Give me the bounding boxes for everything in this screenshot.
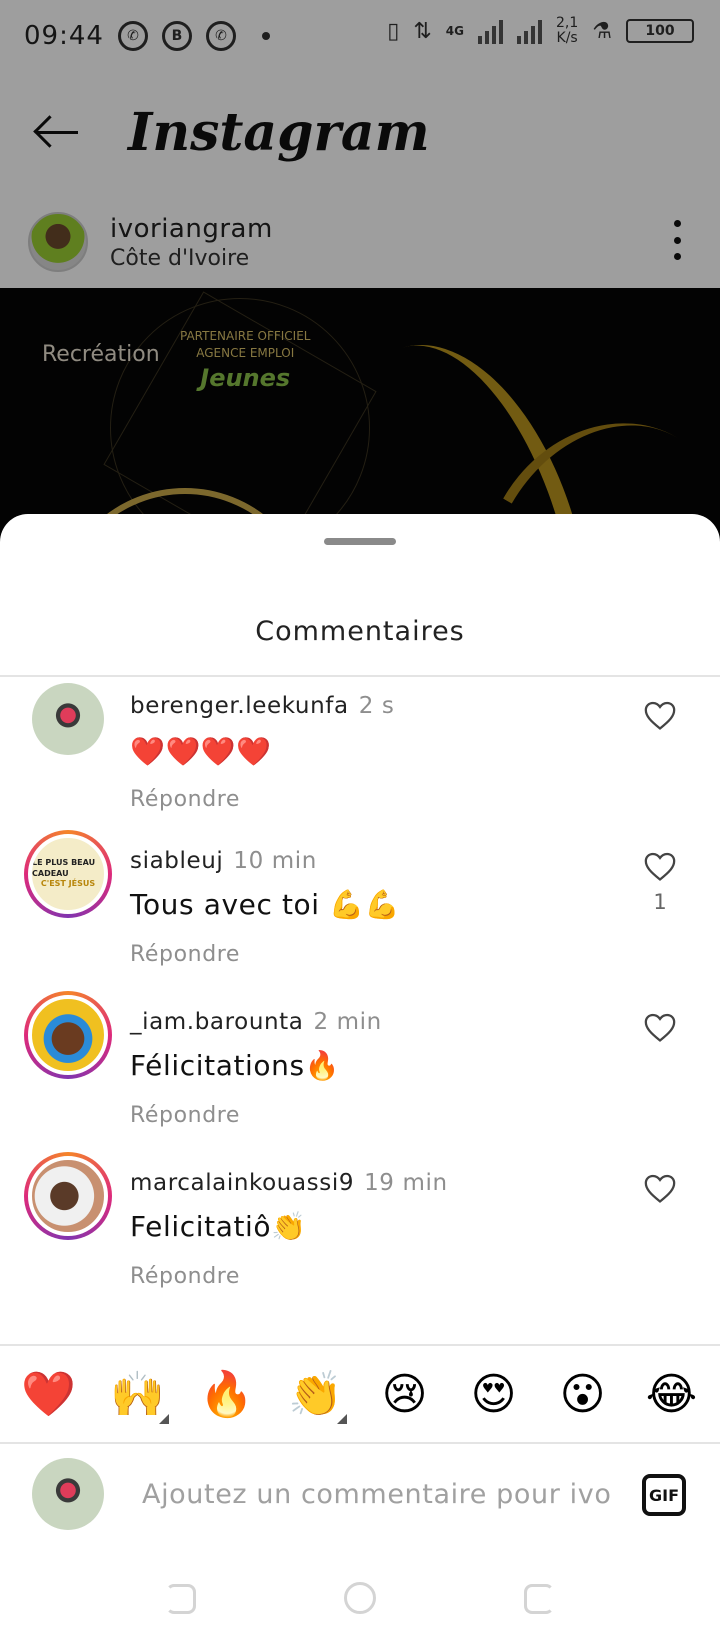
gif-button[interactable]: GIF <box>642 1474 686 1516</box>
comment-username[interactable]: _iam.barounta <box>130 1009 303 1035</box>
emoji-raised-hands-button[interactable]: 🙌 <box>103 1368 173 1424</box>
comment-text: Tous avec toi 💪💪 <box>130 888 401 921</box>
comment-item: LE PLUS BEAU CADEAU C'EST JÉSUS siableuj… <box>0 830 720 998</box>
nav-back-icon[interactable] <box>166 1584 196 1614</box>
sheet-title: Commentaires <box>255 616 465 647</box>
like-comment-button[interactable] <box>642 1011 678 1051</box>
reply-button[interactable]: Répondre <box>130 787 240 812</box>
comment-input[interactable] <box>142 1466 612 1522</box>
comment-time: 10 min <box>233 848 317 874</box>
comment-time: 2 s <box>358 693 395 719</box>
comment-text: Félicitations🔥 <box>130 1049 341 1082</box>
commenter-avatar[interactable]: LE PLUS BEAU CADEAU C'EST JÉSUS <box>24 830 112 918</box>
heart-outline-icon <box>644 701 676 730</box>
comment-text: ❤️❤️❤️❤️ <box>130 735 272 768</box>
comment-item: berenger.leekunfa 2 s ❤️❤️❤️❤️ Répondre <box>0 677 720 845</box>
emoji-heart-eyes-button[interactable]: 😍 <box>459 1369 529 1420</box>
reply-button[interactable]: Répondre <box>130 942 240 967</box>
reply-button[interactable]: Répondre <box>130 1264 240 1289</box>
skin-tone-indicator-icon <box>336 1414 347 1424</box>
emoji-crying-button[interactable]: 😢 <box>370 1369 440 1420</box>
emoji-heart-button[interactable]: ❤️ <box>14 1368 84 1420</box>
emoji-laughing-button[interactable]: 😂 <box>637 1369 707 1420</box>
comment-time: 2 min <box>313 1009 382 1035</box>
like-comment-button[interactable] <box>642 699 678 739</box>
comment-item: marcalainkouassi9 19 min Felicitatiô👏 Rép… <box>0 1152 720 1320</box>
drag-handle[interactable] <box>324 538 396 545</box>
comment-item: _iam.barounta 2 min Félicitations🔥 Répond… <box>0 991 720 1159</box>
comment-text: Felicitatiô👏 <box>130 1210 307 1243</box>
comment-composer: GIF <box>0 1444 720 1544</box>
skin-tone-indicator-icon <box>158 1414 169 1424</box>
comment-username[interactable]: siableuj <box>130 848 223 874</box>
emoji-clapping-button[interactable]: 👏 <box>281 1368 351 1424</box>
nav-recents-icon[interactable] <box>524 1584 554 1614</box>
emoji-fire-button[interactable]: 🔥 <box>192 1368 262 1420</box>
commenter-avatar[interactable] <box>32 683 104 755</box>
commenter-avatar[interactable] <box>24 1152 112 1240</box>
heart-outline-icon <box>644 1174 676 1203</box>
comment-username[interactable]: berenger.leekunfa <box>130 693 349 719</box>
quick-emoji-bar: ❤️ 🙌 🔥 👏 😢 😍 😮 😂 <box>0 1346 720 1442</box>
emoji-surprised-button[interactable]: 😮 <box>548 1369 618 1420</box>
like-comment-button[interactable] <box>642 1172 678 1212</box>
current-user-avatar <box>32 1458 104 1530</box>
comments-sheet: Commentaires berenger.leekunfa 2 s ❤️❤️❤️… <box>0 514 720 1640</box>
reply-button[interactable]: Répondre <box>130 1103 240 1128</box>
like-comment-button[interactable]: 1 <box>642 850 678 930</box>
heart-outline-icon <box>644 1013 676 1042</box>
nav-home-icon[interactable] <box>344 1582 376 1614</box>
system-nav-bar <box>0 1568 720 1640</box>
like-count: 1 <box>653 890 667 914</box>
comment-time: 19 min <box>364 1170 448 1196</box>
commenter-avatar[interactable] <box>24 991 112 1079</box>
comment-username[interactable]: marcalainkouassi9 <box>130 1170 354 1196</box>
heart-outline-icon <box>644 852 676 881</box>
